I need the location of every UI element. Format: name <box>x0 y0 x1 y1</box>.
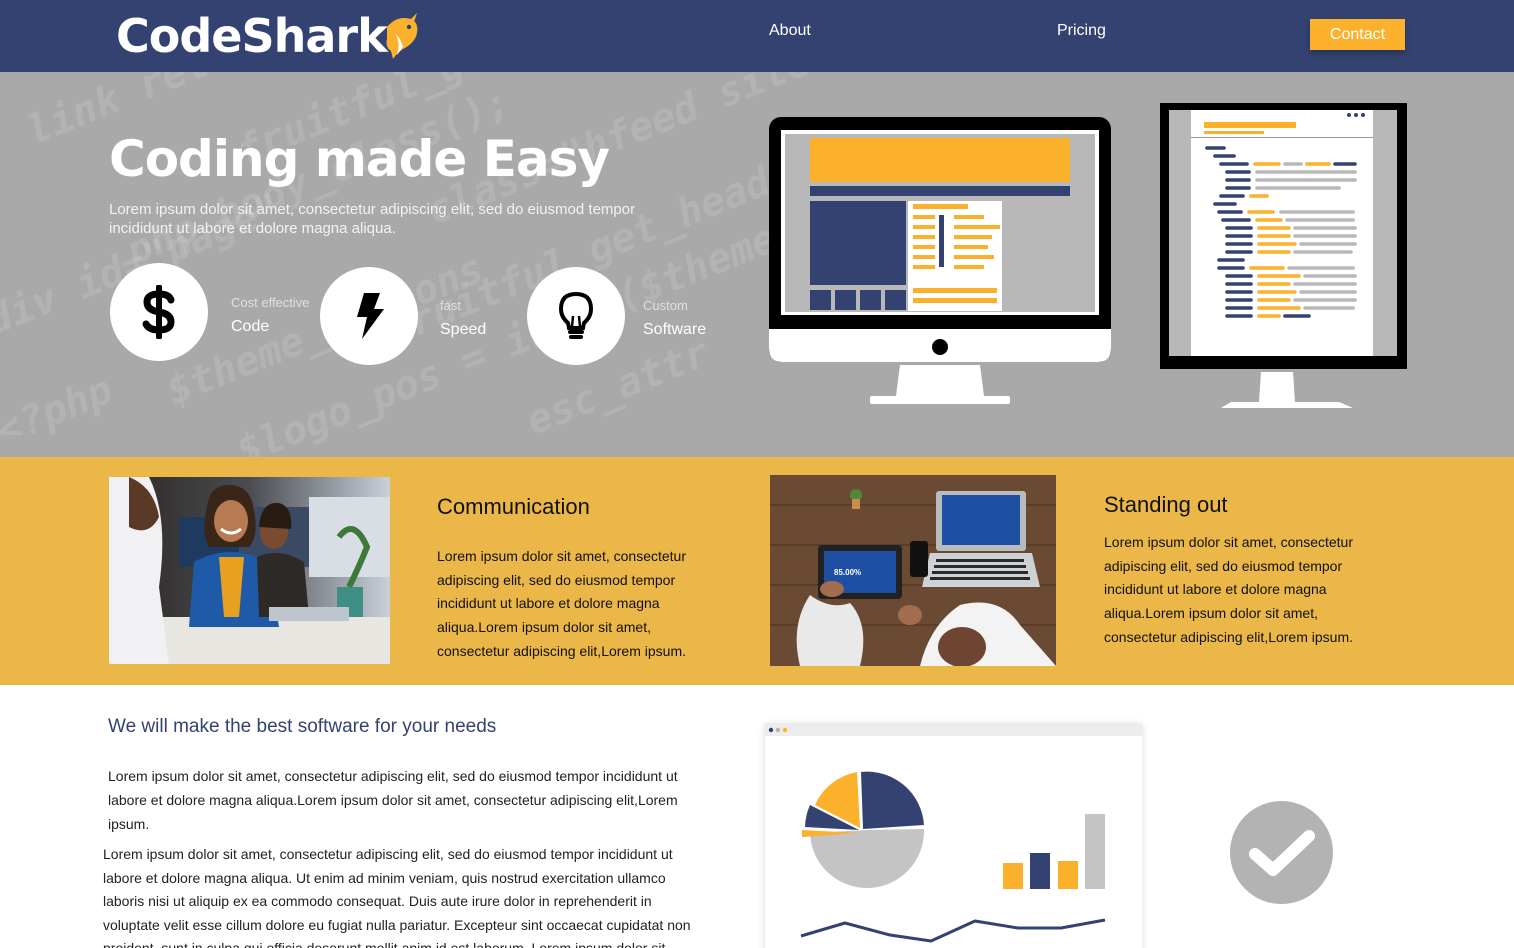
feature-cost-big: Code <box>231 318 270 335</box>
office-team-photo <box>109 477 390 664</box>
feature-circle-speed <box>320 267 418 365</box>
contact-button[interactable]: Contact <box>1310 19 1405 50</box>
dollar-icon <box>142 285 175 339</box>
lightning-icon <box>357 293 384 339</box>
feature-speed-big: Speed <box>440 321 487 338</box>
hero-subtitle: Lorem ipsum dolor sit amet, consectetur … <box>109 201 636 237</box>
nav-about-link[interactable]: About <box>769 22 811 40</box>
communication-title: Communication <box>437 494 590 519</box>
desktop-monitor-illustration <box>769 117 1111 404</box>
lightbulb-icon <box>558 291 594 339</box>
nav-pricing-link[interactable]: Pricing <box>1057 22 1106 40</box>
shark-icon <box>386 13 418 59</box>
top-navbar: CodeShark About Pricing Contact <box>0 0 1514 72</box>
checkmark-badge <box>1230 801 1333 904</box>
feature-circle-cost <box>110 263 208 361</box>
feature-software-big: Software <box>643 321 707 338</box>
lower-paragraph-2: Lorem ipsum dolor sit amet, consectetur … <box>103 846 691 948</box>
standing-out-title: Standing out <box>1104 492 1228 517</box>
desk-devices-photo: 85.00% <box>770 475 1056 666</box>
dashboard-graphics <box>768 727 1106 943</box>
features-band: Communication Lorem ipsum dolor sit amet… <box>0 457 1514 685</box>
logo-text: CodeShark <box>116 9 388 63</box>
feature-cost-small: Cost effective <box>231 295 310 310</box>
communication-text: Lorem ipsum dolor sit amet, consectetur … <box>437 548 687 659</box>
feature-circle-software <box>527 267 625 365</box>
lower-paragraph-1: Lorem ipsum dolor sit amet, consectetur … <box>108 768 678 832</box>
lower-section-title: We will make the best software for your … <box>108 716 497 737</box>
tablet-readout: 85.00% <box>834 568 861 577</box>
checkmark-icon <box>1248 829 1315 876</box>
code-monitor-illustration <box>1160 103 1407 408</box>
logo[interactable]: CodeShark <box>116 9 421 63</box>
standing-out-text: Lorem ipsum dolor sit amet, consectetur … <box>1104 534 1354 645</box>
feature-software-small: Custom <box>643 298 688 313</box>
hero-section: php body_class(); $theme_options $logo_p… <box>0 72 1514 457</box>
feature-speed-small: fast <box>440 298 461 313</box>
dashboard-illustration <box>765 723 1142 948</box>
hero-title: Coding made Easy <box>109 130 610 188</box>
